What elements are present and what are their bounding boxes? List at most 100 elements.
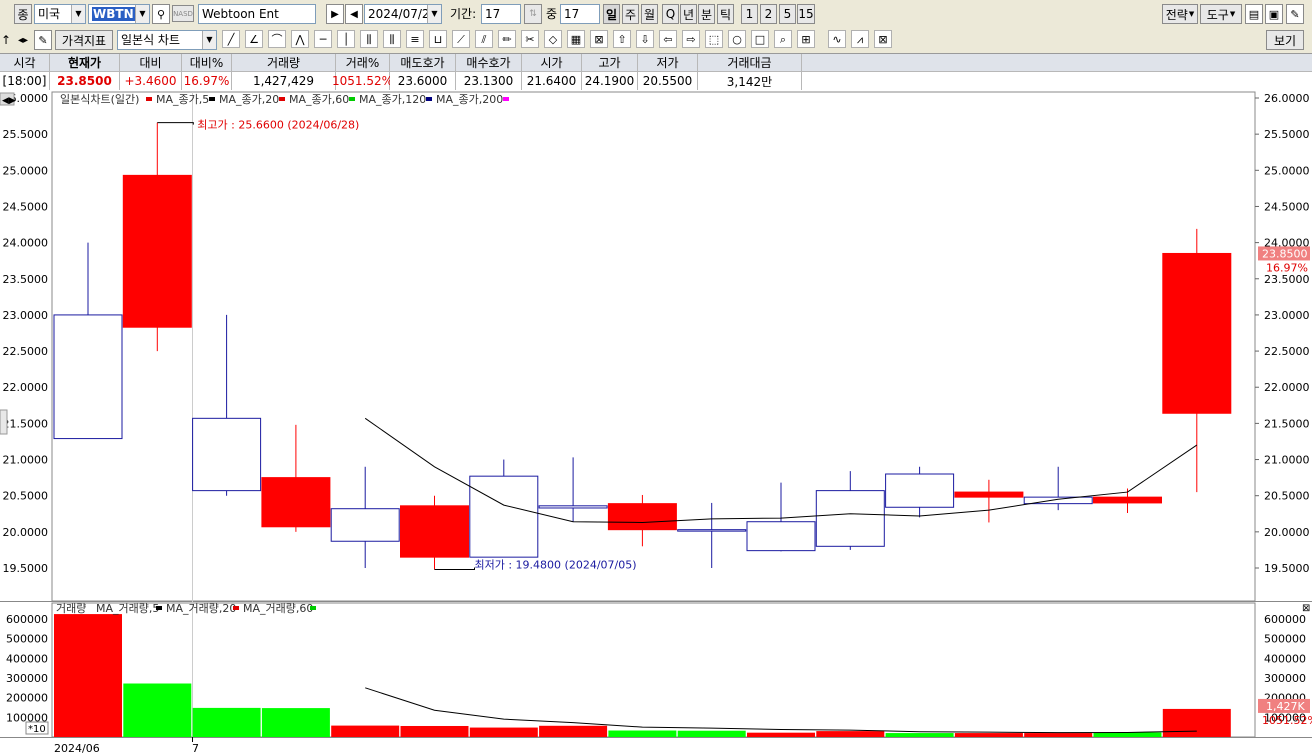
pencil-icon[interactable]: ✏	[498, 30, 516, 48]
chevron-down-icon[interactable]: ▼	[135, 5, 149, 23]
right-icon[interactable]: ⇨	[682, 30, 700, 48]
wrench-icon[interactable]: ✎	[1286, 4, 1304, 24]
hline-icon[interactable]: ─	[314, 30, 332, 48]
down-icon[interactable]: ⇩	[636, 30, 654, 48]
eraser-icon[interactable]: ✂	[521, 30, 539, 48]
price-tick-right: 22.0000	[1264, 381, 1310, 394]
quote-header-5: 거래%	[336, 54, 390, 72]
freq-button-1[interactable]: 주	[622, 4, 639, 24]
volume-bar	[539, 725, 608, 737]
strategy-button[interactable]: 전략 ▼	[1162, 4, 1198, 24]
exchange-badge: NASD	[172, 5, 194, 22]
jong-button[interactable]: 종	[14, 4, 32, 24]
date-picker[interactable]: 2024/07/22 ▼	[364, 4, 442, 24]
volume-tick-left: 300000	[6, 672, 48, 685]
up-icon[interactable]: ⇧	[613, 30, 631, 48]
volume-bar	[54, 614, 122, 737]
candlestick-chart[interactable]: 19.5000 19.5000 20.0000 20.0000 20.5000 20.50…	[0, 90, 1312, 756]
left-icon[interactable]: ⇦	[659, 30, 677, 48]
xaxis-label-0: 2024/06	[54, 742, 100, 755]
save-icon[interactable]: ▣	[1265, 4, 1283, 24]
wave-icon[interactable]: ∿	[828, 30, 846, 48]
market-select[interactable]: 미국 ▼	[34, 4, 86, 24]
period-label: 기간:	[450, 7, 477, 21]
shape-icon[interactable]: ◇	[544, 30, 562, 48]
candle-body	[607, 503, 677, 531]
price-tick-left: 20.5000	[3, 490, 49, 503]
prev-arrow-icon[interactable]: ◀	[345, 4, 363, 24]
price-legend-ma-3: MA_종가,120	[359, 93, 426, 106]
legend-swatch	[279, 97, 285, 101]
delete-icon[interactable]: ⊠	[590, 30, 608, 48]
current-volume-text: 1,427K	[1266, 700, 1305, 713]
fan-icon[interactable]: ⋀	[291, 30, 309, 48]
price-legend-ma-0: MA_종가,5	[156, 93, 209, 106]
freq-button-6[interactable]: 틱	[717, 4, 734, 24]
freq-button-10[interactable]: 15	[797, 4, 815, 24]
candle-body	[192, 417, 262, 492]
company-name-field: Webtoon Ent	[198, 4, 316, 24]
next-arrow-icon[interactable]: ▶	[326, 4, 344, 24]
drawing-toolbar: ↑ ◂▸ ✎ 가격지표 일본식 차트 ▼ ╱ ∠ ⌒ ⋀ ─ │ ⫼ ⫼ ≡ ⊔ ⟋ ⫽ ✏ ✂ ◇ ▦ ⊠ ⇧ ⇩ ⇦…	[0, 28, 1312, 53]
freq-button-7[interactable]: 1	[741, 4, 758, 24]
price-legend-ma-2: MA_종가,60	[289, 93, 349, 106]
price-tick-right: 20.0000	[1264, 526, 1310, 539]
reset-icon[interactable]: ⊠	[874, 30, 892, 48]
quote-header-filler	[802, 54, 1312, 72]
up-arrow-icon[interactable]: ↑	[0, 30, 12, 50]
quote-header-10: 저가	[638, 54, 698, 72]
quote-header-1: 현재가	[50, 54, 120, 72]
period-spin-icon[interactable]: ⇅	[524, 4, 542, 24]
arc-icon[interactable]: ⌒	[268, 30, 286, 48]
tools-button[interactable]: 도구 ▼	[1200, 4, 1242, 24]
vline-icon[interactable]: │	[337, 30, 355, 48]
channel-icon[interactable]: ≡	[406, 30, 424, 48]
quote-header-4: 거래량	[232, 54, 336, 72]
quote-header-0: 시각	[0, 54, 50, 72]
parallel-icon[interactable]: ⫽	[475, 30, 493, 48]
box-icon[interactable]: ⊞	[797, 30, 815, 48]
price-tick-left: 23.0000	[3, 309, 49, 322]
freq-button-5[interactable]: 분	[698, 4, 715, 24]
volume-tick-right: 400000	[1264, 652, 1306, 665]
freq-button-4[interactable]: 년	[680, 4, 697, 24]
circle-icon[interactable]: ○	[728, 30, 746, 48]
chart-type-value: 일본식 차트	[121, 33, 181, 47]
text-icon[interactable]: ⬚	[705, 30, 723, 48]
candle-body	[885, 473, 955, 508]
chevron-down-icon[interactable]: ▼	[427, 5, 441, 23]
search-icon[interactable]: ⚲	[152, 4, 170, 24]
wave2-icon[interactable]: ⩘	[851, 30, 869, 48]
freq-button-0[interactable]: 일	[603, 4, 620, 24]
gann-icon[interactable]: ⫼	[383, 30, 401, 48]
freq-button-9[interactable]: 5	[779, 4, 796, 24]
legend-swatch	[310, 606, 316, 610]
quote-value-10: 20.5500	[638, 72, 698, 90]
chart-type-select[interactable]: 일본식 차트 ▼	[117, 30, 217, 50]
symbol-input[interactable]: WBTN ▼	[88, 4, 150, 24]
edit-icon[interactable]: ✎	[34, 30, 52, 50]
zoom-icon[interactable]: ⌕	[774, 30, 792, 48]
volume-bar	[261, 708, 330, 737]
jung-input[interactable]: 17	[560, 4, 600, 24]
square-icon[interactable]: □	[751, 30, 769, 48]
freq-button-2[interactable]: 월	[641, 4, 658, 24]
indicator-button[interactable]: 가격지표	[55, 30, 113, 50]
chevron-down-icon[interactable]: ▼	[71, 5, 85, 23]
angle-icon[interactable]: ∠	[245, 30, 263, 48]
chevron-down-icon[interactable]: ▼	[202, 31, 216, 49]
fibo-icon[interactable]: ⫼	[360, 30, 378, 48]
grid-icon[interactable]: ▦	[567, 30, 585, 48]
period-input[interactable]: 17	[481, 4, 521, 24]
freq-button-3[interactable]: Q	[662, 4, 679, 24]
volume-tick-right: 300000	[1264, 672, 1306, 685]
view-button[interactable]: 보기	[1266, 30, 1304, 50]
line-icon[interactable]: ╱	[222, 30, 240, 48]
cycle-icon[interactable]: ⊔	[429, 30, 447, 48]
left-right-icon[interactable]: ◂▸	[14, 30, 32, 50]
quote-header-8: 시가	[522, 54, 582, 72]
freq-button-8[interactable]: 2	[760, 4, 777, 24]
volume-scale-text: *10	[28, 724, 46, 735]
folder-open-icon[interactable]: ▤	[1245, 4, 1263, 24]
trend-icon[interactable]: ⟋	[452, 30, 470, 48]
